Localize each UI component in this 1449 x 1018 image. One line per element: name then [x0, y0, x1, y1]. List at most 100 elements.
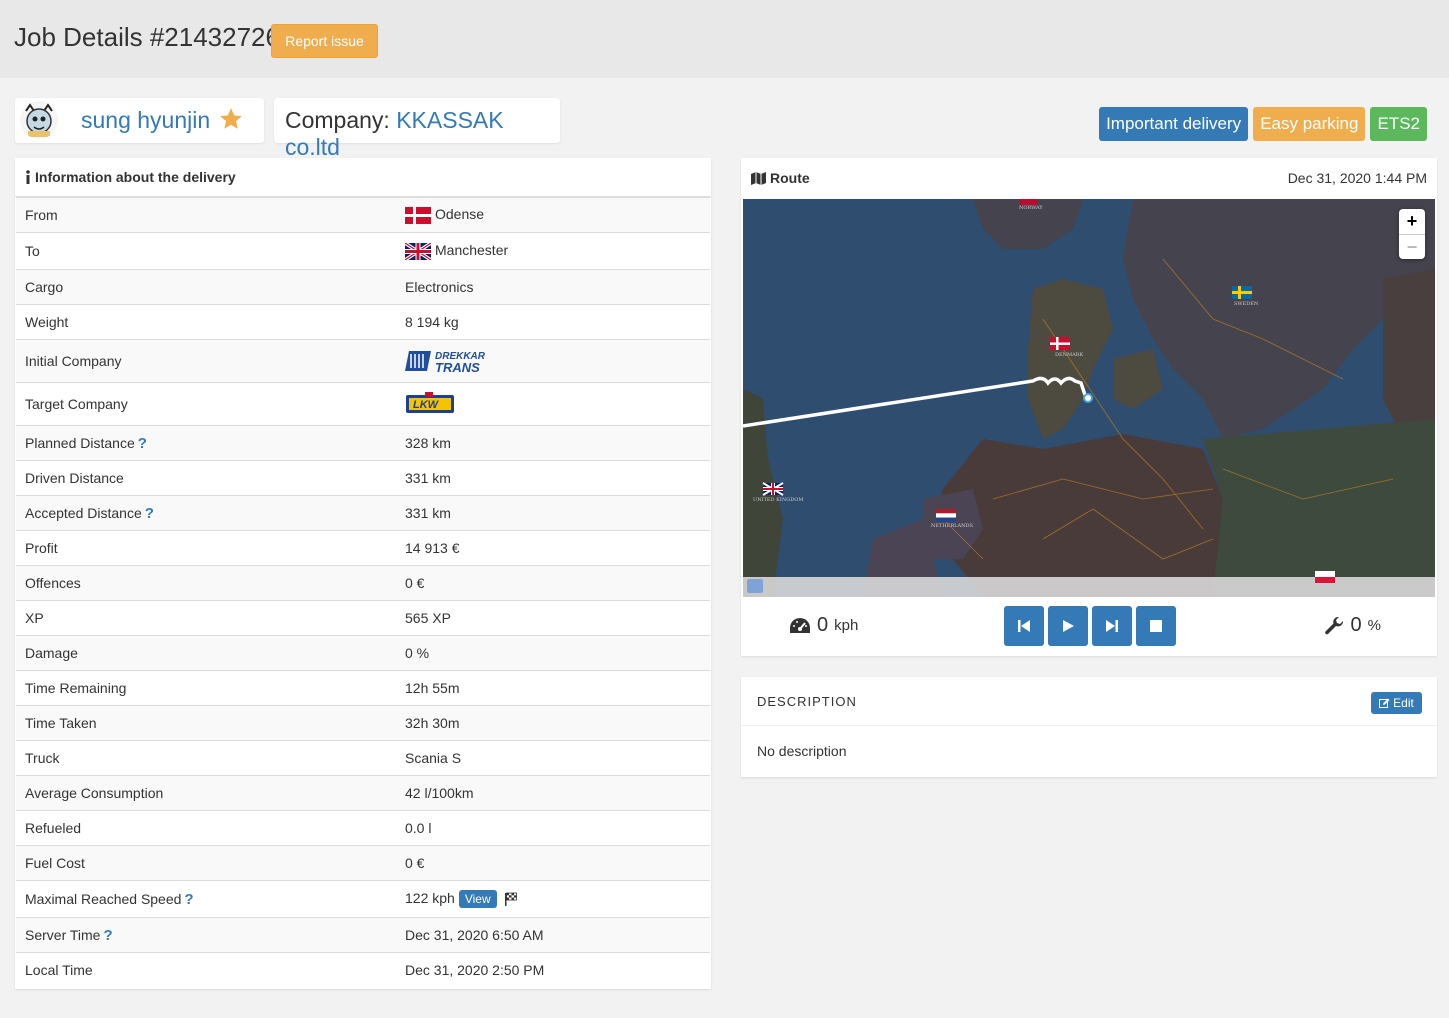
- row-label: XP: [16, 600, 396, 636]
- row-value: Dec 31, 2020 6:50 AM: [396, 917, 710, 953]
- row-value: 0 €: [396, 565, 710, 601]
- description-text: No description: [757, 743, 847, 759]
- stop-button[interactable]: [1136, 606, 1176, 646]
- row-label: Local Time: [16, 952, 396, 988]
- map-label-norway: NORWAY: [1019, 205, 1043, 211]
- row-label: Target Company: [16, 382, 396, 426]
- row-value: 32h 30m: [396, 705, 710, 741]
- panel-heading: Information about the delivery: [15, 158, 711, 197]
- map-label-sweden: SWEDEN: [1234, 301, 1259, 307]
- delivery-info-panel: Information about the delivery From Oden…: [15, 158, 711, 989]
- description-panel: DESCRIPTION Edit No description: [741, 677, 1437, 777]
- denmark-map-flag-icon: [1050, 337, 1070, 350]
- max-speed-value: 122 kph: [405, 889, 455, 906]
- netherlands-map-flag-icon: [936, 509, 956, 522]
- label-text: Planned Distance: [25, 434, 135, 451]
- table-row: Weight 8 194 kg: [16, 304, 710, 340]
- company-info: Company: KKASSAK co.ltd: [285, 107, 560, 161]
- row-label: Server Time?: [16, 917, 396, 953]
- row-value: 331 km: [396, 495, 710, 531]
- play-icon: [1063, 620, 1074, 632]
- badge-game: ETS2: [1370, 107, 1427, 141]
- table-row: Truck Scania S: [16, 740, 710, 776]
- report-issue-button[interactable]: Report issue: [271, 24, 378, 58]
- row-value: 565 XP: [396, 600, 710, 636]
- speed-unit: kph: [834, 617, 859, 634]
- table-row: XP 565 XP: [16, 600, 710, 636]
- skip-back-button[interactable]: [1004, 606, 1044, 646]
- row-value: 0 €: [396, 845, 710, 881]
- row-label: Time Remaining: [16, 670, 396, 706]
- to-city: Manchester: [435, 242, 509, 259]
- table-row: Fuel Cost 0 €: [16, 845, 710, 881]
- skip-forward-button[interactable]: [1092, 606, 1132, 646]
- row-value: 122 kph View: [396, 880, 710, 918]
- wrench-icon: [1324, 616, 1343, 634]
- lkw-logo: LKW: [406, 392, 454, 413]
- row-label: Time Taken: [16, 705, 396, 741]
- row-label: Offences: [16, 565, 396, 601]
- row-label: Fuel Cost: [16, 845, 396, 881]
- table-row: Maximal Reached Speed? 122 kph View: [16, 880, 710, 918]
- help-icon[interactable]: ?: [145, 505, 154, 522]
- row-label: Average Consumption: [16, 775, 396, 811]
- row-value: 331 km: [396, 460, 710, 496]
- user-card: sung hyunjin: [15, 98, 264, 143]
- uk-map-flag-icon: [762, 482, 784, 496]
- row-label: Accepted Distance?: [16, 495, 396, 531]
- edit-label: Edit: [1393, 696, 1414, 710]
- from-city: Odense: [435, 206, 485, 223]
- skip-back-icon: [1018, 620, 1030, 632]
- table-row: Time Taken 32h 30m: [16, 705, 710, 741]
- job-badges: Important delivery Easy parking ETS2: [1099, 107, 1427, 141]
- label-text: Server Time: [25, 926, 101, 943]
- map-label-uk: UNITED KINGDOM: [753, 497, 803, 503]
- row-label: Planned Distance?: [16, 425, 396, 461]
- speed-readout: 0 kph: [789, 614, 858, 637]
- map-canvas[interactable]: DENMARK SWEDEN NORWAY NETHERLANDS UNITED…: [743, 199, 1435, 597]
- edit-icon: [1379, 698, 1390, 708]
- damage-unit: %: [1367, 617, 1381, 634]
- row-label: Truck: [16, 740, 396, 776]
- drekkar-trans-logo: DREKKAR TRANS: [405, 351, 486, 375]
- table-row: Initial Company DREKKAR TRANS: [16, 339, 710, 383]
- route-title: Route: [770, 170, 810, 186]
- table-row: Profit 14 913 €: [16, 530, 710, 566]
- route-date: Dec 31, 2020 1:44 PM: [1287, 170, 1427, 186]
- playback-controls: [1004, 606, 1176, 646]
- uk-flag-icon: [405, 242, 431, 260]
- row-label: Cargo: [16, 269, 396, 305]
- company-label: Company:: [285, 107, 390, 133]
- play-button[interactable]: [1048, 606, 1088, 646]
- help-icon[interactable]: ?: [103, 927, 112, 944]
- row-label: Initial Company: [16, 339, 396, 383]
- route-panel: Route Dec 31, 2020 1:44 PM DENMARK SWEDE…: [741, 158, 1437, 656]
- speedometer-icon: [790, 617, 810, 633]
- table-row: Time Remaining 12h 55m: [16, 670, 710, 706]
- label-text: Maximal Reached Speed: [25, 890, 182, 907]
- edit-description-button[interactable]: Edit: [1371, 692, 1422, 714]
- map-icon: [751, 171, 766, 185]
- user-name-link[interactable]: sung hyunjin: [81, 107, 210, 134]
- row-value: Electronics: [396, 269, 710, 305]
- view-speed-button[interactable]: View: [458, 890, 497, 909]
- route-map[interactable]: DENMARK SWEDEN NORWAY NETHERLANDS UNITED…: [743, 199, 1435, 597]
- description-title: DESCRIPTION: [757, 694, 857, 709]
- help-icon[interactable]: ?: [138, 435, 147, 452]
- delivery-info-table: From Odense To Manchester Cargo Electron…: [16, 197, 710, 988]
- help-icon[interactable]: ?: [184, 891, 193, 908]
- svg-text:LKW: LKW: [413, 399, 440, 411]
- table-row: From Odense: [16, 197, 710, 233]
- zoom-in-button[interactable]: +: [1399, 209, 1425, 234]
- row-value: 0 %: [396, 635, 710, 671]
- zoom-control: + −: [1399, 209, 1425, 259]
- avatar[interactable]: [20, 101, 58, 139]
- zoom-out-button[interactable]: −: [1399, 234, 1425, 259]
- company-card: Company: KKASSAK co.ltd: [274, 98, 560, 160]
- row-label: Driven Distance: [16, 460, 396, 496]
- row-label: From: [16, 197, 396, 233]
- row-value: DREKKAR TRANS: [396, 339, 710, 383]
- table-row: Damage 0 %: [16, 635, 710, 671]
- skip-forward-icon: [1106, 620, 1118, 632]
- star-icon: [220, 108, 242, 129]
